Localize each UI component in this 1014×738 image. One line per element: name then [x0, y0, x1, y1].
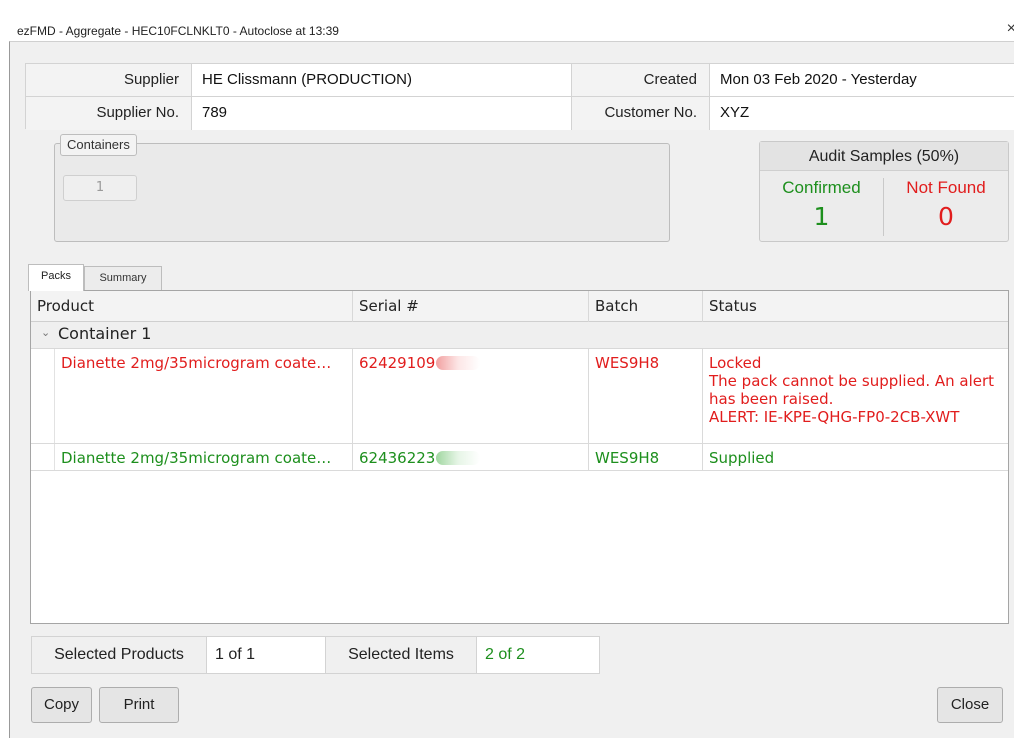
audit-not-found: Not Found 0	[884, 178, 1008, 236]
group-row-container-1[interactable]: ⌄ Container 1	[31, 322, 1008, 349]
supplier-no-label: Supplier No.	[26, 97, 192, 130]
column-header-product[interactable]: Product	[31, 291, 353, 322]
audit-samples-title: Audit Samples (50%)	[760, 142, 1008, 171]
row-product: Dianette 2mg/35microgram coate…	[55, 444, 353, 470]
supplier-value: HE Clissmann (PRODUCTION)	[192, 64, 572, 97]
selected-items-label: Selected Items	[325, 636, 477, 674]
title-bar: ezFMD - Aggregate - HEC10FCLNKLT0 - Auto…	[9, 0, 1014, 41]
containers-group	[54, 143, 670, 242]
row-serial: 62436223	[353, 444, 589, 470]
customer-no-value: XYZ	[710, 97, 1014, 130]
row-product: Dianette 2mg/35microgram coate…	[55, 349, 353, 443]
row-status: Locked The pack cannot be supplied. An a…	[703, 349, 1008, 443]
table-row[interactable]: Dianette 2mg/35microgram coate… 62436223…	[31, 444, 1008, 471]
audit-not-found-label: Not Found	[906, 178, 986, 197]
info-grid: Supplier HE Clissmann (PRODUCTION) Creat…	[25, 63, 1014, 130]
selected-products-label: Selected Products	[31, 636, 207, 674]
packs-grid: Product Serial # Batch Status ⌄ Containe…	[30, 290, 1009, 624]
row-serial-text: 62429109	[359, 354, 436, 372]
print-button[interactable]: Print	[99, 687, 179, 723]
selected-items-value: 2 of 2	[476, 636, 600, 674]
table-row[interactable]: Dianette 2mg/35microgram coate… 62429109…	[31, 349, 1008, 444]
row-status: Supplied	[709, 449, 775, 467]
supplier-no-value: 789	[192, 97, 572, 130]
audit-confirmed-count: 1	[813, 202, 830, 231]
row-batch: WES9H8	[589, 444, 703, 470]
container-button-1[interactable]: 1	[63, 175, 137, 201]
selected-products-value: 1 of 1	[206, 636, 326, 674]
row-status-line: ALERT: IE-KPE-QHG-FP0-2CB-XWT	[709, 408, 960, 426]
audit-samples-panel: Audit Samples (50%) Confirmed 1 Not Foun…	[759, 141, 1009, 242]
customer-no-label: Customer No.	[572, 97, 710, 130]
row-status-line: The pack cannot be supplied. An alert ha…	[709, 372, 995, 408]
row-batch: WES9H8	[589, 349, 703, 443]
column-header-status[interactable]: Status	[703, 291, 1008, 322]
close-button[interactable]: Close	[937, 687, 1003, 723]
supplier-label: Supplier	[26, 64, 192, 97]
audit-confirmed: Confirmed 1	[760, 178, 884, 236]
column-header-serial[interactable]: Serial #	[353, 291, 589, 322]
copy-button[interactable]: Copy	[31, 687, 92, 723]
chevron-down-icon[interactable]: ⌄	[41, 326, 50, 339]
window-close-icon[interactable]: ×	[1007, 20, 1014, 38]
row-serial: 62429109	[353, 349, 589, 443]
created-value: Mon 03 Feb 2020 - Yesterday	[710, 64, 1014, 97]
row-indent	[31, 444, 55, 470]
tab-packs[interactable]: Packs	[28, 264, 84, 291]
row-serial-text: 62436223	[359, 449, 436, 467]
grid-header: Product Serial # Batch Status	[31, 291, 1008, 322]
audit-not-found-count: 0	[938, 202, 954, 231]
column-header-batch[interactable]: Batch	[589, 291, 703, 322]
row-status-line: Locked	[709, 354, 762, 372]
dialog-body: Supplier HE Clissmann (PRODUCTION) Creat…	[9, 41, 1014, 738]
redacted-serial-blur	[436, 356, 481, 370]
audit-confirmed-label: Confirmed	[782, 178, 861, 197]
containers-group-title: Containers	[60, 134, 137, 156]
row-indent	[31, 349, 55, 443]
window-title: ezFMD - Aggregate - HEC10FCLNKLT0 - Auto…	[17, 24, 339, 38]
redacted-serial-blur	[436, 451, 481, 465]
created-label: Created	[572, 64, 710, 97]
tab-summary[interactable]: Summary	[84, 266, 162, 291]
group-name: Container 1	[58, 324, 152, 343]
